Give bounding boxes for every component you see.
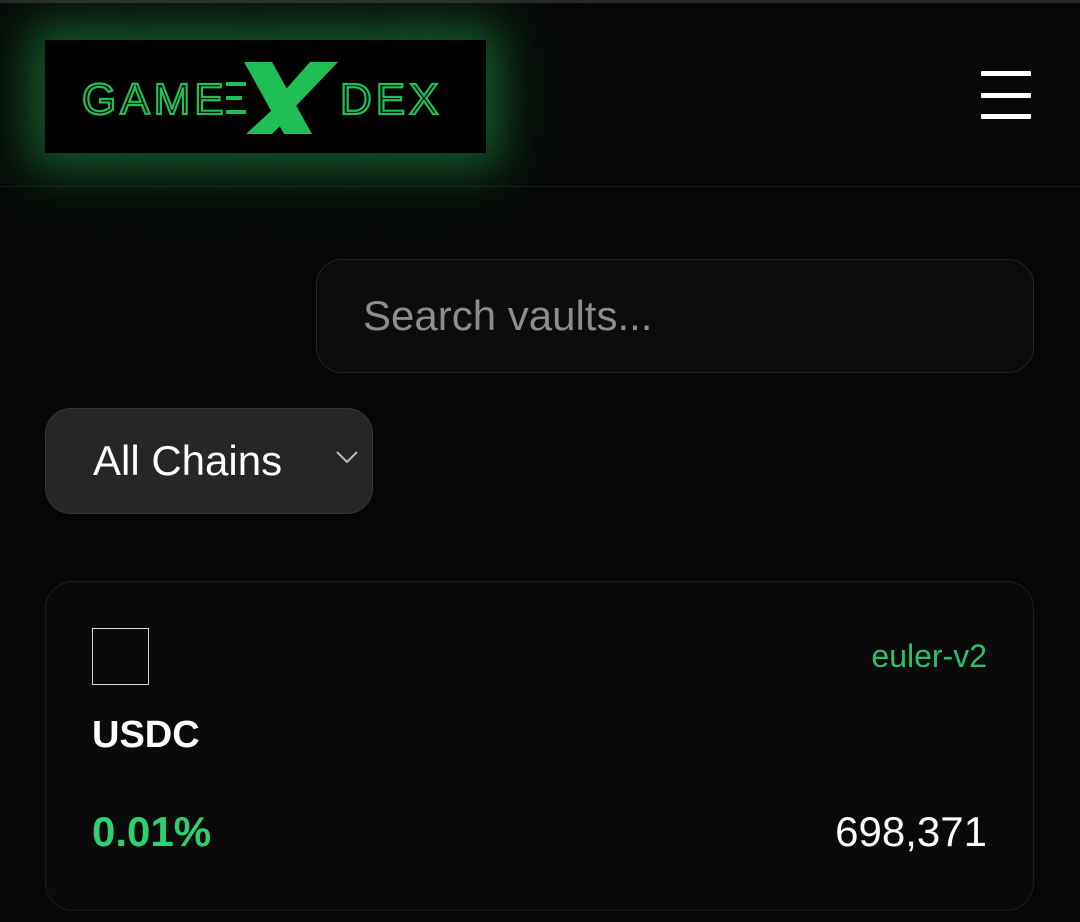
vault-protocol: euler-v2 bbox=[871, 638, 987, 674]
vault-card[interactable]: euler-v2 USDC 0.01% 698,371 bbox=[45, 581, 1034, 911]
vault-token-name: USDC bbox=[92, 714, 200, 756]
gamexdex-logo[interactable]: GAME DEX bbox=[45, 40, 486, 153]
header: GAME DEX bbox=[0, 3, 1080, 187]
search-input[interactable] bbox=[317, 260, 1033, 372]
vault-apy: 0.01% bbox=[92, 808, 212, 855]
logo-graphic: GAME DEX bbox=[80, 61, 442, 134]
vault-tvl: 698,371 bbox=[835, 808, 987, 855]
page: GAME DEX All Chains bbox=[0, 0, 1080, 922]
chain-filter-label: All Chains bbox=[93, 437, 283, 484]
token-icon bbox=[92, 628, 149, 685]
menu-bar-top bbox=[981, 71, 1031, 76]
logo-text-left: GAME bbox=[82, 75, 228, 124]
search-box bbox=[316, 259, 1034, 373]
menu-bar-middle bbox=[981, 92, 1031, 98]
logo-text-right: DEX bbox=[340, 75, 442, 124]
logo-x-mark bbox=[225, 61, 338, 134]
chain-filter-select[interactable]: All Chains bbox=[45, 408, 373, 514]
hamburger-menu-icon[interactable] bbox=[978, 67, 1034, 123]
menu-bar-bottom bbox=[981, 114, 1031, 119]
chevron-down-icon bbox=[336, 451, 358, 464]
